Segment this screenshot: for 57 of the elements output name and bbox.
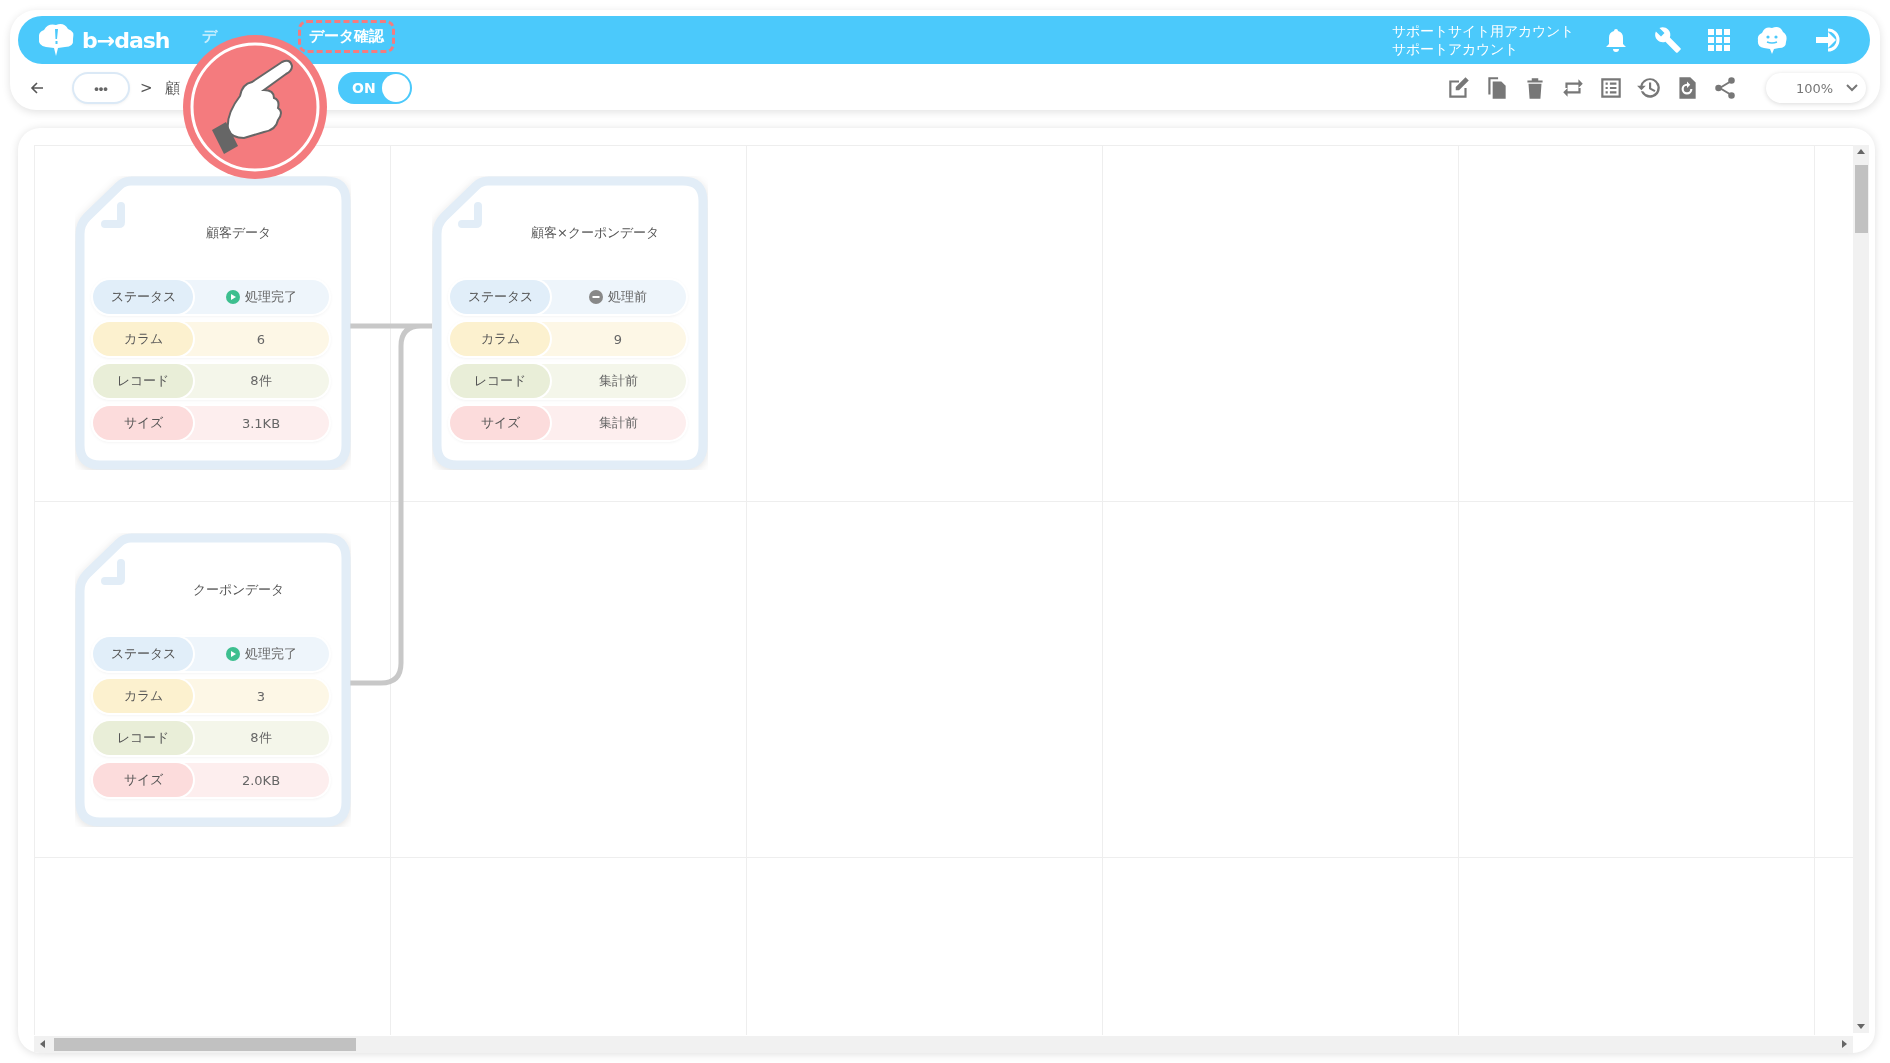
scroll-thumb[interactable] bbox=[54, 1038, 356, 1051]
info-value: 2.0KB bbox=[241, 772, 281, 788]
info-label: レコード bbox=[450, 364, 550, 398]
edit-icon[interactable] bbox=[1446, 75, 1472, 101]
info-label: ステータス bbox=[93, 280, 193, 314]
share-icon[interactable] bbox=[1712, 75, 1738, 101]
horizontal-scrollbar[interactable] bbox=[34, 1036, 1853, 1053]
info-label: サイズ bbox=[93, 763, 193, 797]
info-value: 集計前 bbox=[598, 414, 638, 432]
info-label: カラム bbox=[450, 322, 550, 356]
info-value: 3 bbox=[256, 688, 266, 704]
scroll-right-icon[interactable] bbox=[1842, 1040, 1847, 1048]
info-value: 6 bbox=[256, 331, 266, 347]
info-label: ステータス bbox=[450, 280, 550, 314]
info-value: 処理完了 bbox=[244, 288, 297, 306]
node-title: 顧客データ bbox=[204, 224, 272, 242]
vertical-scrollbar[interactable] bbox=[1853, 145, 1869, 1033]
scroll-up-icon[interactable] bbox=[1857, 149, 1865, 154]
info-value: 9 bbox=[613, 331, 623, 347]
info-value: 8件 bbox=[250, 729, 272, 747]
list-icon[interactable] bbox=[1598, 75, 1624, 101]
history-icon[interactable] bbox=[1636, 75, 1662, 101]
play-status-icon bbox=[225, 647, 240, 661]
info-label: サイズ bbox=[93, 406, 193, 440]
scroll-thumb[interactable] bbox=[1855, 165, 1868, 233]
scroll-left-icon[interactable] bbox=[40, 1040, 45, 1048]
info-label: レコード bbox=[93, 364, 193, 398]
corner-fold-icon bbox=[101, 559, 127, 585]
account-name: サポートアカウント bbox=[1392, 40, 1519, 58]
back-arrow-icon[interactable] bbox=[30, 81, 44, 95]
corner-fold-icon bbox=[458, 202, 484, 228]
account-name: サポートサイト用アカウント bbox=[1392, 22, 1574, 40]
info-value: 3.1KB bbox=[241, 415, 281, 431]
info-label: サイズ bbox=[450, 406, 550, 440]
info-value: 集計前 bbox=[598, 372, 638, 390]
info-label: カラム bbox=[93, 322, 193, 356]
scroll-down-icon[interactable] bbox=[1857, 1024, 1865, 1029]
info-label: レコード bbox=[93, 721, 193, 755]
info-value: 処理完了 bbox=[244, 645, 297, 663]
data-card[interactable]: 顧客×クーポンデータ ステータス 処理前 カラム 9 レコード 集計前 サイズ 集計前 bbox=[432, 176, 708, 470]
info-value: 8件 bbox=[250, 372, 272, 390]
data-card[interactable]: クーポンデータ ステータス 処理完了 カラム 3 レコード 8件 サイズ 2.0KB bbox=[75, 533, 351, 827]
chevron-down-icon bbox=[1846, 84, 1858, 92]
corner-fold-icon bbox=[101, 202, 127, 228]
info-label: カラム bbox=[93, 679, 193, 713]
node-title: クーポンデータ bbox=[191, 581, 285, 599]
info-value: 処理前 bbox=[608, 288, 647, 306]
info-label: ステータス bbox=[93, 637, 193, 671]
more-button[interactable]: ••• bbox=[74, 74, 128, 102]
node-title: 顧客×クーポンデータ bbox=[530, 224, 660, 242]
breadcrumb-separator: > bbox=[140, 79, 153, 97]
play-status-icon bbox=[225, 290, 240, 304]
toggle-label: ON bbox=[352, 80, 376, 96]
breadcrumb-item[interactable]: 顧 bbox=[164, 78, 180, 98]
minus-status-icon bbox=[589, 290, 603, 304]
zoom-dropdown[interactable]: 100% bbox=[1766, 73, 1866, 103]
data-card[interactable]: 顧客データ ステータス 処理完了 カラム 6 レコード 8件 サイズ 3.1KB bbox=[75, 176, 351, 470]
